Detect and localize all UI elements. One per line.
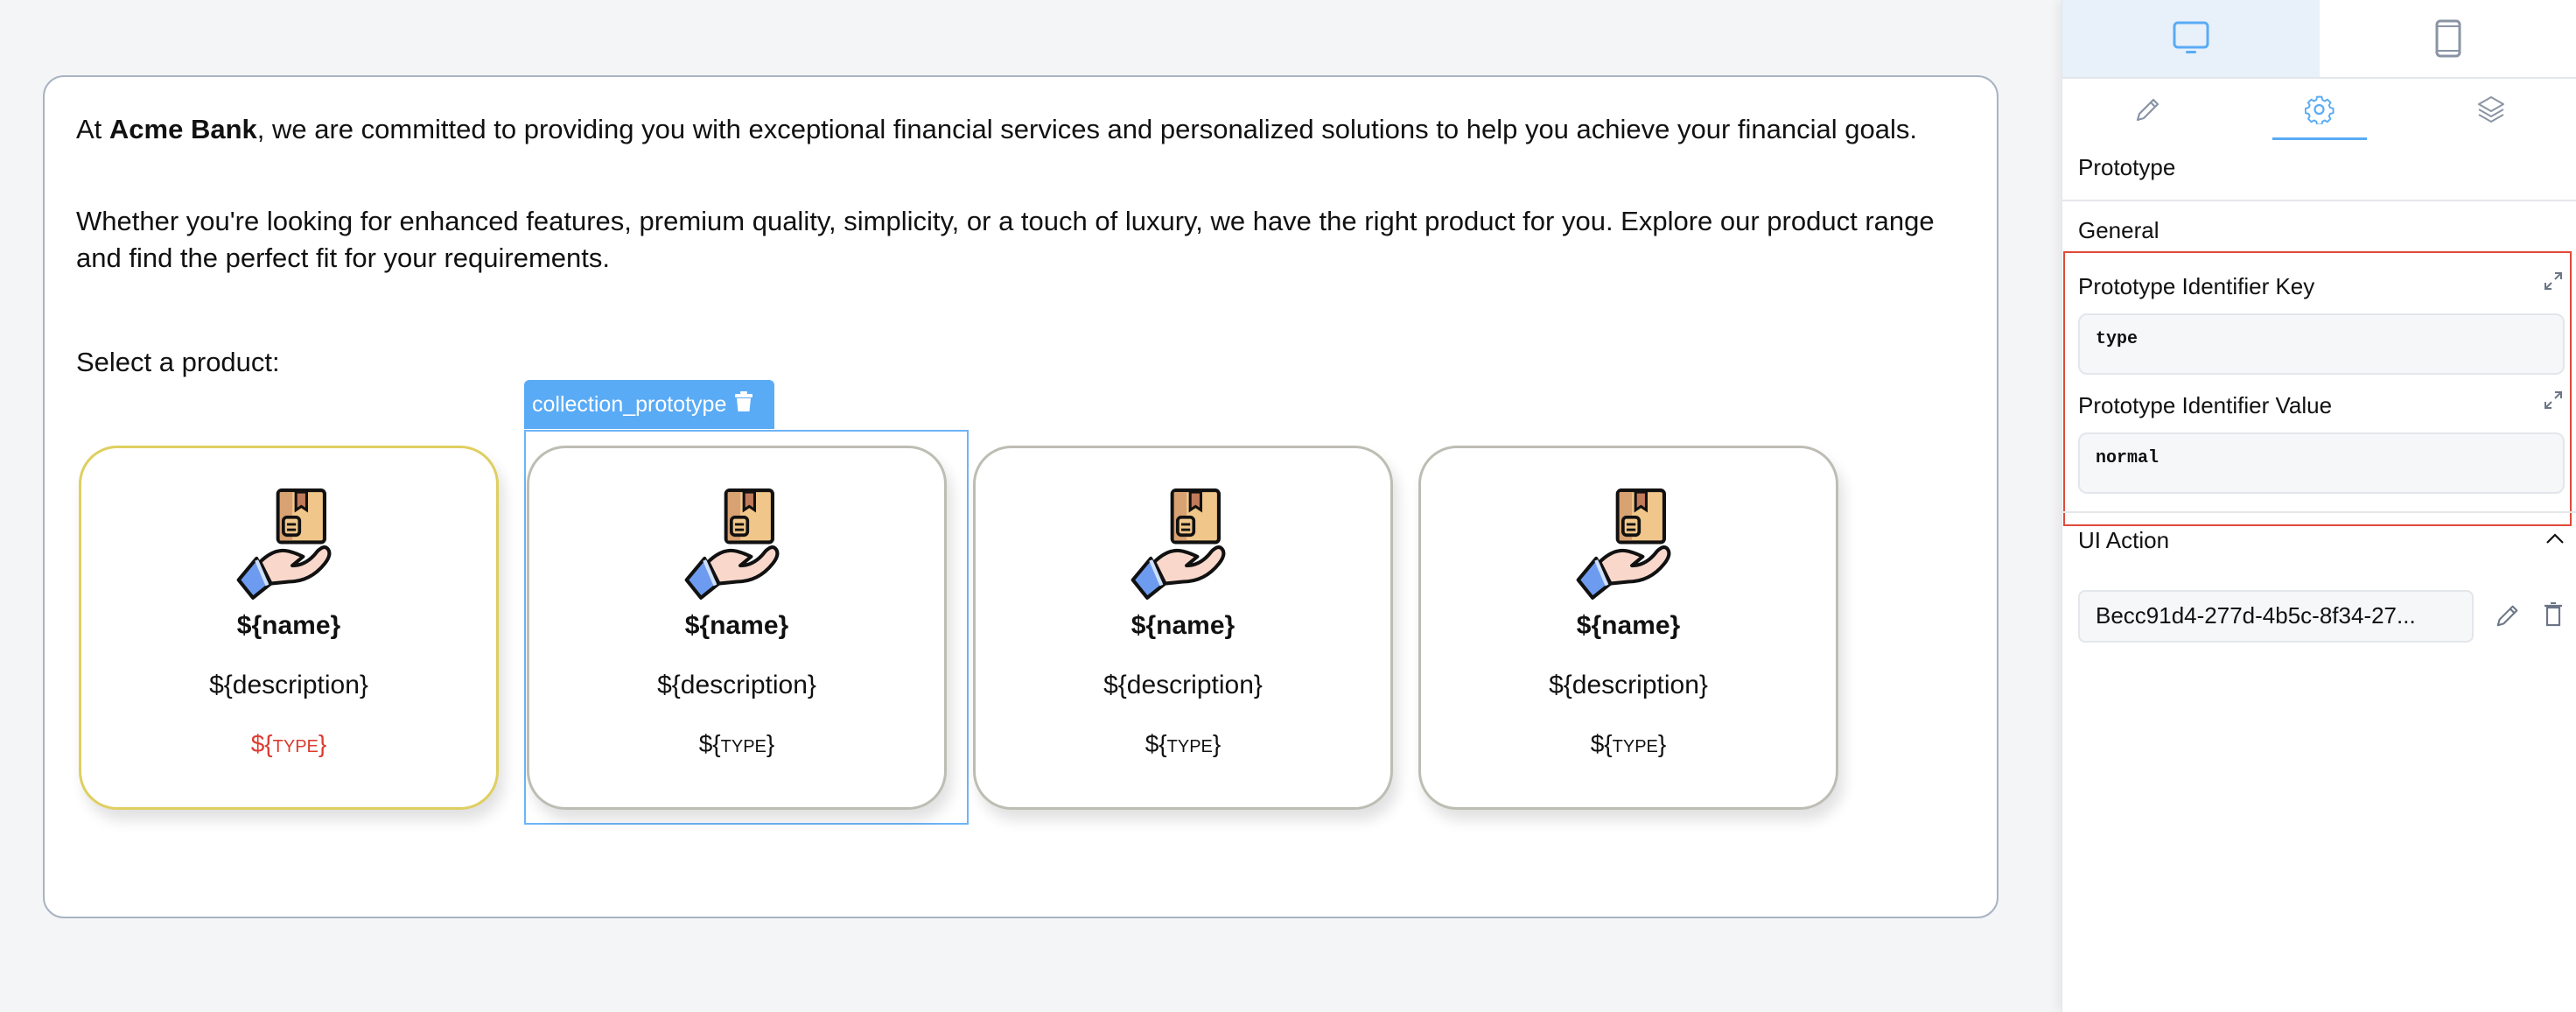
product-paragraph: Whether you're looking for enhanced feat… (76, 206, 1935, 273)
card-name: ${name} (236, 611, 341, 640)
identifier-value-input[interactable]: normal (2078, 432, 2565, 494)
expand-icon[interactable] (2544, 390, 2563, 414)
properties-panel: Prototype General Prototype Identifier K… (2062, 0, 2576, 1012)
card-description: ${description} (657, 671, 816, 699)
pencil-icon (2136, 98, 2160, 122)
monitor-icon (2173, 21, 2209, 53)
hand-with-package-icon (680, 487, 794, 601)
product-card[interactable]: ${name} ${description} ${type} (973, 446, 1393, 810)
selection-tag[interactable]: collection_prototype (524, 380, 774, 429)
tab-desktop[interactable] (2062, 0, 2320, 77)
card-name: ${name} (1576, 611, 1681, 640)
tab-edit[interactable] (2062, 79, 2234, 140)
card-type: ${type} (250, 730, 327, 757)
page-canvas: At Acme Bank, we are committed to provid… (43, 75, 1998, 918)
panel-title: Prototype (2078, 154, 2176, 180)
card-name: ${name} (1130, 611, 1236, 640)
identifier-key-input[interactable]: type (2078, 313, 2565, 375)
identifier-value-label: Prototype Identifier Value (2078, 392, 2333, 418)
ui-action-input[interactable]: Becc91d4-277d-4b5c-8f34-27... (2078, 590, 2474, 643)
trash-icon[interactable] (2544, 602, 2563, 627)
divider (2062, 511, 2576, 513)
selection-tag-label: collection_prototype (532, 391, 727, 417)
card-type: ${type} (698, 730, 775, 757)
card-description: ${description} (1549, 671, 1708, 699)
chevron-up-icon[interactable] (2545, 532, 2565, 545)
tab-layers[interactable] (2405, 79, 2576, 140)
card-description: ${description} (209, 671, 368, 699)
product-card[interactable]: ${name} ${description} ${type} (79, 446, 499, 810)
intro-paragraph: At Acme Bank, we are committed to provid… (76, 111, 1966, 148)
hand-with-package-icon (232, 487, 346, 601)
device-tabs (2062, 0, 2576, 79)
intro-rest: , we are committed to providing you with… (256, 114, 1917, 144)
tab-settings[interactable] (2234, 79, 2405, 140)
card-type: ${type} (1590, 730, 1667, 757)
card-name: ${name} (684, 611, 789, 640)
phone-icon (2435, 19, 2461, 58)
expand-icon[interactable] (2544, 271, 2563, 295)
general-section-title: General (2078, 217, 2160, 243)
card-type: ${type} (1144, 730, 1222, 757)
layers-icon (2478, 96, 2504, 123)
intro-prefix: At (76, 114, 109, 144)
pencil-icon[interactable] (2495, 602, 2521, 629)
hand-with-package-icon (1126, 487, 1241, 601)
tool-tabs (2062, 79, 2576, 140)
brand-name: Acme Bank (108, 114, 257, 144)
trash-icon[interactable] (735, 390, 753, 418)
divider (2062, 200, 2576, 201)
card-description: ${description} (1103, 671, 1263, 699)
hand-with-package-icon (1572, 487, 1686, 601)
product-card[interactable]: ${name} ${description} ${type} (527, 446, 947, 810)
ui-action-section-title: UI Action (2078, 527, 2170, 553)
tab-mobile[interactable] (2320, 0, 2576, 77)
identifier-key-label: Prototype Identifier Key (2078, 273, 2315, 299)
select-product-label: Select a product: (76, 347, 280, 377)
gear-icon (2305, 95, 2334, 124)
product-card[interactable]: ${name} ${description} ${type} (1418, 446, 1838, 810)
